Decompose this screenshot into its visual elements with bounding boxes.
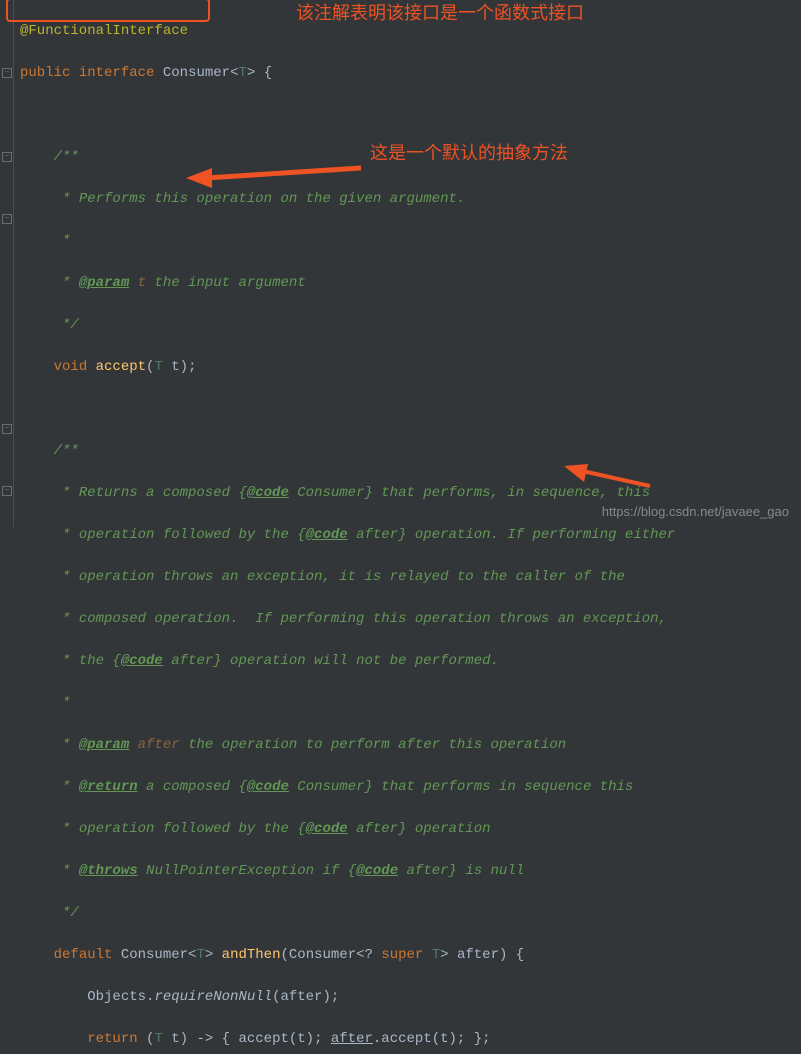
fold-icon[interactable]: −: [2, 486, 12, 496]
gutter: − − − − −: [0, 0, 14, 527]
fold-icon[interactable]: −: [2, 424, 12, 434]
watermark: https://blog.csdn.net/javaee_gao: [602, 502, 789, 522]
fold-icon[interactable]: −: [2, 68, 12, 78]
fold-icon[interactable]: −: [2, 152, 12, 162]
annotation: @FunctionalInterface: [20, 23, 188, 39]
code-editor: − − − − − @FunctionalInterface public in…: [0, 0, 801, 527]
fold-icon[interactable]: −: [2, 214, 12, 224]
code-area[interactable]: @FunctionalInterface public interface Co…: [14, 0, 681, 527]
